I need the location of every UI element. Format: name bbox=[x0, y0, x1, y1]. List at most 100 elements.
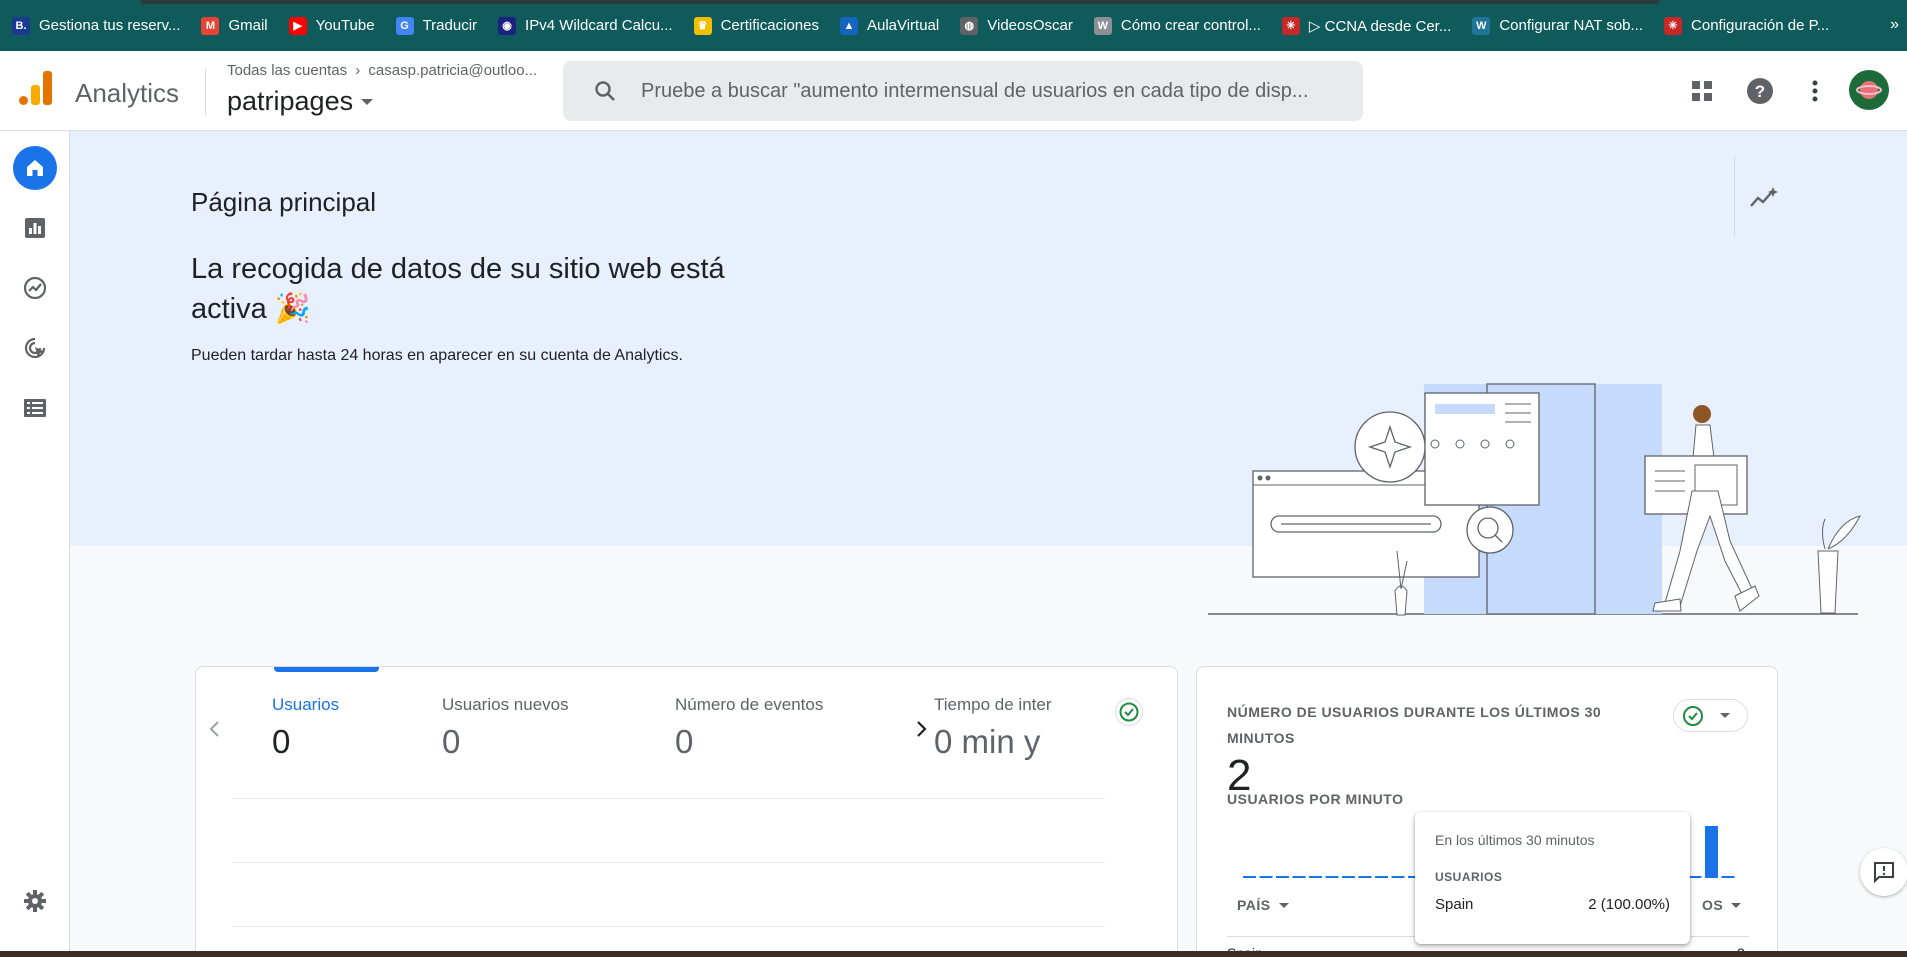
bookmark-label: Certificaciones bbox=[720, 17, 819, 34]
chevron-right-icon: › bbox=[355, 62, 361, 79]
booking-icon: B. bbox=[12, 16, 30, 35]
minute-bar[interactable] bbox=[1243, 876, 1256, 878]
wordpress-icon: W bbox=[1472, 16, 1491, 35]
bookmark-item[interactable]: ✳ Configuración de P... bbox=[1664, 16, 1830, 35]
globe-icon: ◍ bbox=[960, 16, 979, 35]
bookmark-item[interactable]: G Traducir bbox=[395, 16, 478, 35]
home-hero-banner: Página principal La recogida de datos de… bbox=[70, 131, 1907, 616]
analytics-logo-icon[interactable] bbox=[19, 71, 53, 105]
nav-reports-icon[interactable] bbox=[13, 206, 57, 250]
minute-bar[interactable] bbox=[1325, 876, 1339, 878]
minute-bar[interactable] bbox=[1309, 876, 1322, 878]
country-column-header[interactable]: PAÍS bbox=[1237, 897, 1289, 913]
chart-gridline bbox=[232, 862, 1105, 863]
minute-bar[interactable] bbox=[1276, 876, 1289, 878]
caret-down-icon bbox=[1720, 713, 1730, 718]
caret-down-icon bbox=[1278, 902, 1289, 908]
users-per-minute-label: USUARIOS POR MINUTO bbox=[1227, 791, 1404, 807]
bookmark-item[interactable]: ▲ AulaVirtual bbox=[839, 16, 940, 35]
nav-home-icon[interactable] bbox=[13, 146, 57, 190]
ccna-icon: ✳ bbox=[1281, 16, 1300, 35]
user-avatar[interactable] bbox=[1849, 70, 1889, 110]
bookmark-label: Configurar NAT sob... bbox=[1499, 17, 1644, 34]
page-title: Página principal bbox=[191, 187, 377, 217]
metric-label: Usuarios bbox=[272, 695, 340, 714]
product-name: Analytics bbox=[75, 78, 180, 108]
feedback-icon[interactable] bbox=[1860, 848, 1907, 896]
column-label: OS bbox=[1702, 897, 1724, 913]
minute-bar[interactable] bbox=[1259, 876, 1273, 878]
minute-bar[interactable] bbox=[1391, 876, 1405, 878]
tooltip-country: Spain bbox=[1435, 896, 1474, 913]
minute-bar[interactable] bbox=[1292, 876, 1306, 878]
bookmark-item[interactable]: M Gmail bbox=[201, 16, 268, 35]
bookmarks-overflow-button[interactable]: » bbox=[1890, 16, 1899, 34]
bookmark-item[interactable]: ▶ YouTube bbox=[288, 16, 375, 35]
more-vert-icon[interactable] bbox=[1801, 77, 1829, 105]
bookmark-label: Configuración de P... bbox=[1691, 17, 1830, 34]
minute-bar[interactable] bbox=[1358, 876, 1372, 878]
property-selector[interactable]: patripages bbox=[227, 86, 374, 117]
bookmark-item[interactable]: ✳ ▷ CCNA desde Cer... bbox=[1281, 16, 1451, 35]
breadcrumb-account[interactable]: casasp.patricia@outloo... bbox=[368, 62, 537, 79]
bookmark-label: Traducir bbox=[422, 17, 478, 34]
tooltip-title: En los últimos 30 minutos bbox=[1435, 832, 1595, 848]
bookmark-item[interactable]: W Configurar NAT sob... bbox=[1472, 16, 1644, 35]
minute-bar[interactable] bbox=[1688, 876, 1702, 878]
help-icon[interactable]: ? bbox=[1746, 77, 1774, 105]
bookmark-label: Cómo crear control... bbox=[1120, 17, 1261, 34]
caret-down-icon bbox=[1731, 902, 1742, 908]
metric-value: 0 min y bbox=[934, 723, 1041, 760]
chart-gridline bbox=[232, 798, 1105, 799]
bookmark-item[interactable]: W Cómo crear control... bbox=[1093, 16, 1261, 35]
minute-bar[interactable] bbox=[1342, 876, 1355, 878]
chevron-right-icon[interactable] bbox=[914, 719, 928, 744]
bookmarks-bar: B. Gestiona tus reserv... M Gmail ▶ YouTube G T… bbox=[0, 0, 1907, 51]
insights-divider bbox=[1734, 157, 1735, 237]
users-column-header[interactable]: OS bbox=[1702, 897, 1742, 913]
breadcrumb-all-accounts[interactable]: Todas las cuentas bbox=[227, 62, 347, 79]
left-navigation bbox=[0, 131, 70, 957]
settings-gear-icon[interactable] bbox=[13, 879, 57, 923]
metric-tab-event-count[interactable]: Número de eventos 0 bbox=[675, 695, 823, 761]
search-icon bbox=[595, 81, 615, 101]
minute-bar[interactable] bbox=[1721, 876, 1735, 878]
nav-explore-icon[interactable] bbox=[13, 266, 57, 310]
column-label: PAÍS bbox=[1237, 897, 1271, 913]
app-header: Analytics Todas las cuentas › casasp.pat… bbox=[0, 51, 1907, 131]
header-divider bbox=[205, 69, 206, 115]
breadcrumb[interactable]: Todas las cuentas › casasp.patricia@outl… bbox=[227, 62, 537, 79]
property-name: patripages bbox=[227, 86, 354, 116]
insights-sparkle-icon[interactable] bbox=[1749, 186, 1779, 215]
gmail-icon: M bbox=[201, 16, 220, 35]
bookmark-item[interactable]: B. Gestiona tus reserv... bbox=[12, 16, 181, 35]
chart-gridline bbox=[232, 926, 1105, 927]
youtube-icon: ▶ bbox=[288, 16, 307, 35]
realtime-tooltip: En los últimos 30 minutos USUARIOS Spain… bbox=[1415, 812, 1690, 944]
search-bar[interactable] bbox=[563, 61, 1363, 121]
data-collection-subtext: Pueden tardar hasta 24 horas en aparecer… bbox=[191, 347, 683, 364]
bookmark-item[interactable]: ◍ VideosOscar bbox=[960, 16, 1073, 35]
wordpress-white-icon: W bbox=[1093, 16, 1112, 35]
bookmark-item[interactable]: ◉ IPv4 Wildcard Calcu... bbox=[498, 16, 673, 35]
certificaciones-icon: ♛ bbox=[693, 16, 712, 35]
nav-configure-icon[interactable] bbox=[13, 386, 57, 430]
chevron-left-icon[interactable] bbox=[208, 719, 222, 744]
bookmark-item[interactable]: ♛ Certificaciones bbox=[693, 16, 819, 35]
metric-tab-new-users[interactable]: Usuarios nuevos 0 bbox=[442, 695, 569, 761]
taskbar-edge bbox=[0, 951, 1907, 957]
apps-grid-icon[interactable] bbox=[1688, 77, 1716, 105]
realtime-options-button[interactable] bbox=[1673, 699, 1748, 732]
minute-bar[interactable] bbox=[1375, 876, 1388, 878]
check-circle-icon[interactable] bbox=[1115, 698, 1143, 726]
search-input[interactable] bbox=[641, 79, 1341, 103]
metric-label: Usuarios nuevos bbox=[442, 695, 569, 714]
metric-tab-engagement-time[interactable]: Tiempo de inter 0 min y bbox=[934, 695, 1058, 761]
nav-advertising-icon[interactable] bbox=[13, 326, 57, 370]
minute-bar[interactable] bbox=[1705, 826, 1718, 878]
svg-text:?: ? bbox=[1755, 82, 1765, 101]
bookmark-label: AulaVirtual bbox=[866, 17, 940, 34]
bookmark-label: Gestiona tus reserv... bbox=[39, 17, 181, 34]
metric-tab-users[interactable]: Usuarios 0 bbox=[272, 695, 339, 761]
metric-value: 0 bbox=[272, 723, 291, 760]
